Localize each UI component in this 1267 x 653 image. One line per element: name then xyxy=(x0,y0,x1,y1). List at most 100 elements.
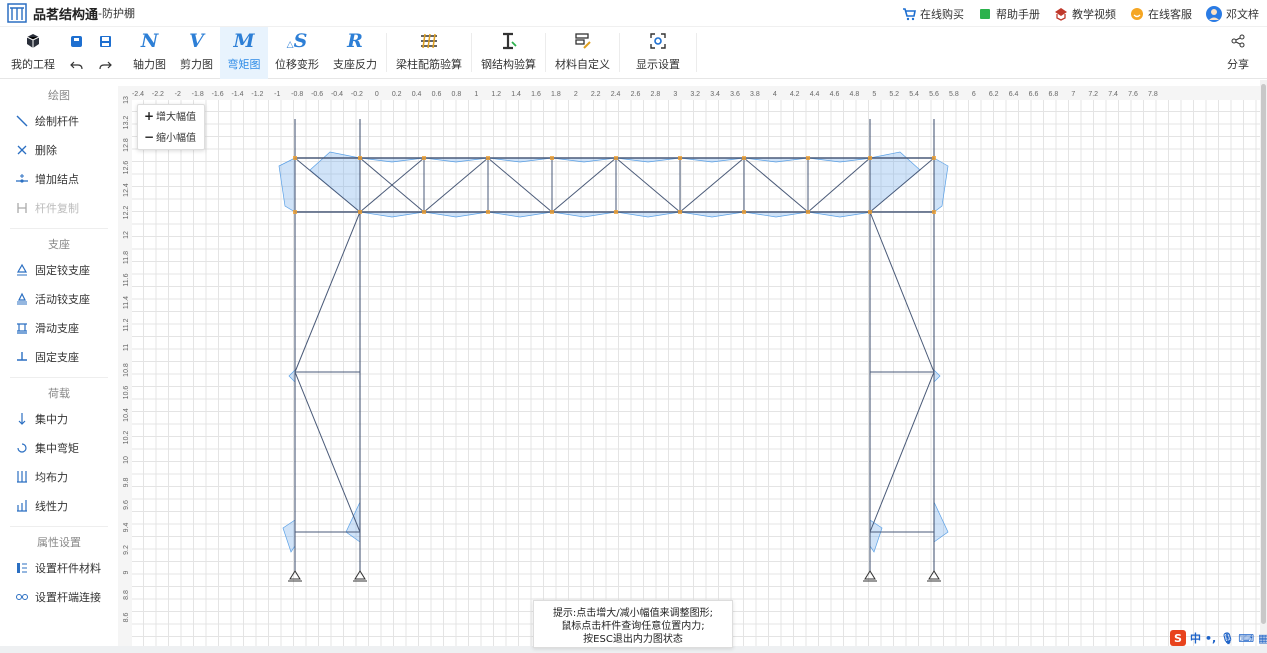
sidebar-item[interactable]: 绘制杆件 xyxy=(0,106,118,135)
joint-node[interactable] xyxy=(868,156,872,160)
ime-indicator[interactable]: S 中 •, 🎙 ⌨ ▦ xyxy=(1170,630,1267,646)
shear-force-diagram-button[interactable]: V 剪力图 xyxy=(173,27,220,79)
joint-node[interactable] xyxy=(293,210,297,214)
sidebar-item[interactable]: 滑动支座 xyxy=(0,313,118,342)
buy-online-link[interactable]: 在线购买 xyxy=(902,6,964,22)
moment-load-icon xyxy=(15,441,29,455)
redo-icon[interactable] xyxy=(99,59,112,72)
toolbar-separator xyxy=(545,33,546,72)
joint-node[interactable] xyxy=(293,156,297,160)
truss-diagonal-member[interactable] xyxy=(423,157,489,213)
sidebar-item[interactable]: 设置杆件材料 xyxy=(0,553,118,582)
joint-node[interactable] xyxy=(678,210,682,214)
joint-node[interactable] xyxy=(614,156,618,160)
sidebar-item[interactable]: 增加结点 xyxy=(0,164,118,193)
share-label: 分享 xyxy=(1227,58,1249,71)
decrease-amplitude-button[interactable]: − 缩小幅值 xyxy=(138,126,204,147)
toolbar-separator xyxy=(696,33,697,72)
app-logo-icon xyxy=(7,3,27,23)
steel-structure-check-button[interactable]: 钢结构验算 xyxy=(474,27,543,79)
material-custom-button[interactable]: 材料自定义 xyxy=(548,27,617,79)
video-icon xyxy=(1055,7,1067,21)
truss-diagonal-member[interactable] xyxy=(487,157,553,213)
display-settings-label: 显示设置 xyxy=(636,58,680,71)
displacement-label: 位移变形 xyxy=(275,58,319,71)
joint-node[interactable] xyxy=(486,156,490,160)
moment-fill xyxy=(743,211,809,218)
axial-force-label: 轴力图 xyxy=(133,58,166,71)
joint-node[interactable] xyxy=(806,210,810,214)
joint-node[interactable] xyxy=(868,210,872,214)
sidebar-item[interactable]: 固定支座 xyxy=(0,342,118,371)
truss-diagonal-member[interactable] xyxy=(743,157,809,213)
joint-node[interactable] xyxy=(358,210,362,214)
my-project-button[interactable]: 我的工程 xyxy=(0,27,66,79)
sidebar-item[interactable]: 活动铰支座 xyxy=(0,284,118,313)
save-icon[interactable] xyxy=(99,35,112,48)
tutorial-video-link[interactable]: 教学视频 xyxy=(1054,6,1116,22)
joint-node[interactable] xyxy=(550,156,554,160)
help-manual-link[interactable]: 帮助手册 xyxy=(978,6,1040,22)
displacement-glyph: S xyxy=(293,30,308,52)
pin-support-symbol[interactable] xyxy=(353,570,367,582)
joint-node[interactable] xyxy=(932,210,936,214)
brace-member[interactable] xyxy=(869,371,935,533)
support-reaction-button[interactable]: R 支座反力 xyxy=(326,27,384,79)
joint-node[interactable] xyxy=(742,156,746,160)
axial-force-diagram-button[interactable]: N 轴力图 xyxy=(126,27,173,79)
truss-diagonal-member[interactable] xyxy=(679,157,745,213)
increase-amplitude-button[interactable]: + 增大幅值 xyxy=(138,105,204,126)
sidebar-item-label: 杆件复制 xyxy=(35,201,79,215)
sidebar-item[interactable]: 集中力 xyxy=(0,404,118,433)
joint-node[interactable] xyxy=(422,210,426,214)
displacement-button[interactable]: △ S 位移变形 xyxy=(268,27,326,79)
line-draw-icon xyxy=(15,114,29,128)
sidebar-item[interactable]: 删除 xyxy=(0,135,118,164)
sidebar-item[interactable]: 固定铰支座 xyxy=(0,255,118,284)
sidebar-item: 杆件复制 xyxy=(0,193,118,222)
sidebar-item[interactable]: 均布力 xyxy=(0,462,118,491)
joint-node[interactable] xyxy=(486,210,490,214)
sidebar-divider xyxy=(10,526,108,527)
fixed-support-icon xyxy=(15,350,29,364)
sidebar-item-label: 滑动支座 xyxy=(35,321,79,335)
truss-diagonal-member[interactable] xyxy=(807,157,871,213)
sidebar-item-label: 活动铰支座 xyxy=(35,292,90,306)
new-file-icon[interactable] xyxy=(70,35,83,48)
brace-member[interactable] xyxy=(869,211,935,373)
user-profile[interactable]: 邓文梓 xyxy=(1206,5,1259,22)
sidebar-item[interactable]: 集中弯矩 xyxy=(0,433,118,462)
brace-member[interactable] xyxy=(294,211,361,373)
truss-diagonal-member[interactable] xyxy=(615,157,681,213)
beam-column-rebar-check-button[interactable]: 梁柱配筋验算 xyxy=(389,27,469,79)
vertical-scrollbar-thumb[interactable] xyxy=(1261,84,1266,624)
online-support-link[interactable]: 在线客服 xyxy=(1130,6,1192,22)
bending-moment-diagram-button[interactable]: M 弯矩图 xyxy=(220,27,268,79)
display-settings-button[interactable]: 显示设置 xyxy=(622,27,694,79)
pin-support-symbol[interactable] xyxy=(288,570,302,582)
joint-node[interactable] xyxy=(806,156,810,160)
sidebar-section-heading: 支座 xyxy=(48,238,70,251)
sidebar-item[interactable]: 设置杆端连接 xyxy=(0,582,118,611)
frame-moment-diagram[interactable] xyxy=(118,86,1260,646)
increase-amplitude-label: 增大幅值 xyxy=(156,112,196,123)
sidebar-item[interactable]: 线性力 xyxy=(0,491,118,520)
pin-support-symbol[interactable] xyxy=(863,570,877,582)
truss-diagonal-member[interactable] xyxy=(551,157,617,213)
joint-node[interactable] xyxy=(358,156,362,160)
joint-node[interactable] xyxy=(550,210,554,214)
hint-line-2: 鼠标点击杆件查询任意位置内力; xyxy=(561,621,705,632)
joint-node[interactable] xyxy=(614,210,618,214)
joint-node[interactable] xyxy=(678,156,682,160)
project-name: -防护棚 xyxy=(98,7,135,20)
steel-check-label: 钢结构验算 xyxy=(481,58,536,71)
joint-node[interactable] xyxy=(742,210,746,214)
joint-node[interactable] xyxy=(422,156,426,160)
app-title: 品茗结构通 xyxy=(33,7,99,23)
support-reaction-label: 支座反力 xyxy=(333,58,377,71)
undo-icon[interactable] xyxy=(70,59,83,72)
joint-node[interactable] xyxy=(932,156,936,160)
share-button[interactable]: 分享 xyxy=(1209,27,1267,79)
brace-member[interactable] xyxy=(294,371,361,533)
pin-support-symbol[interactable] xyxy=(927,570,941,582)
